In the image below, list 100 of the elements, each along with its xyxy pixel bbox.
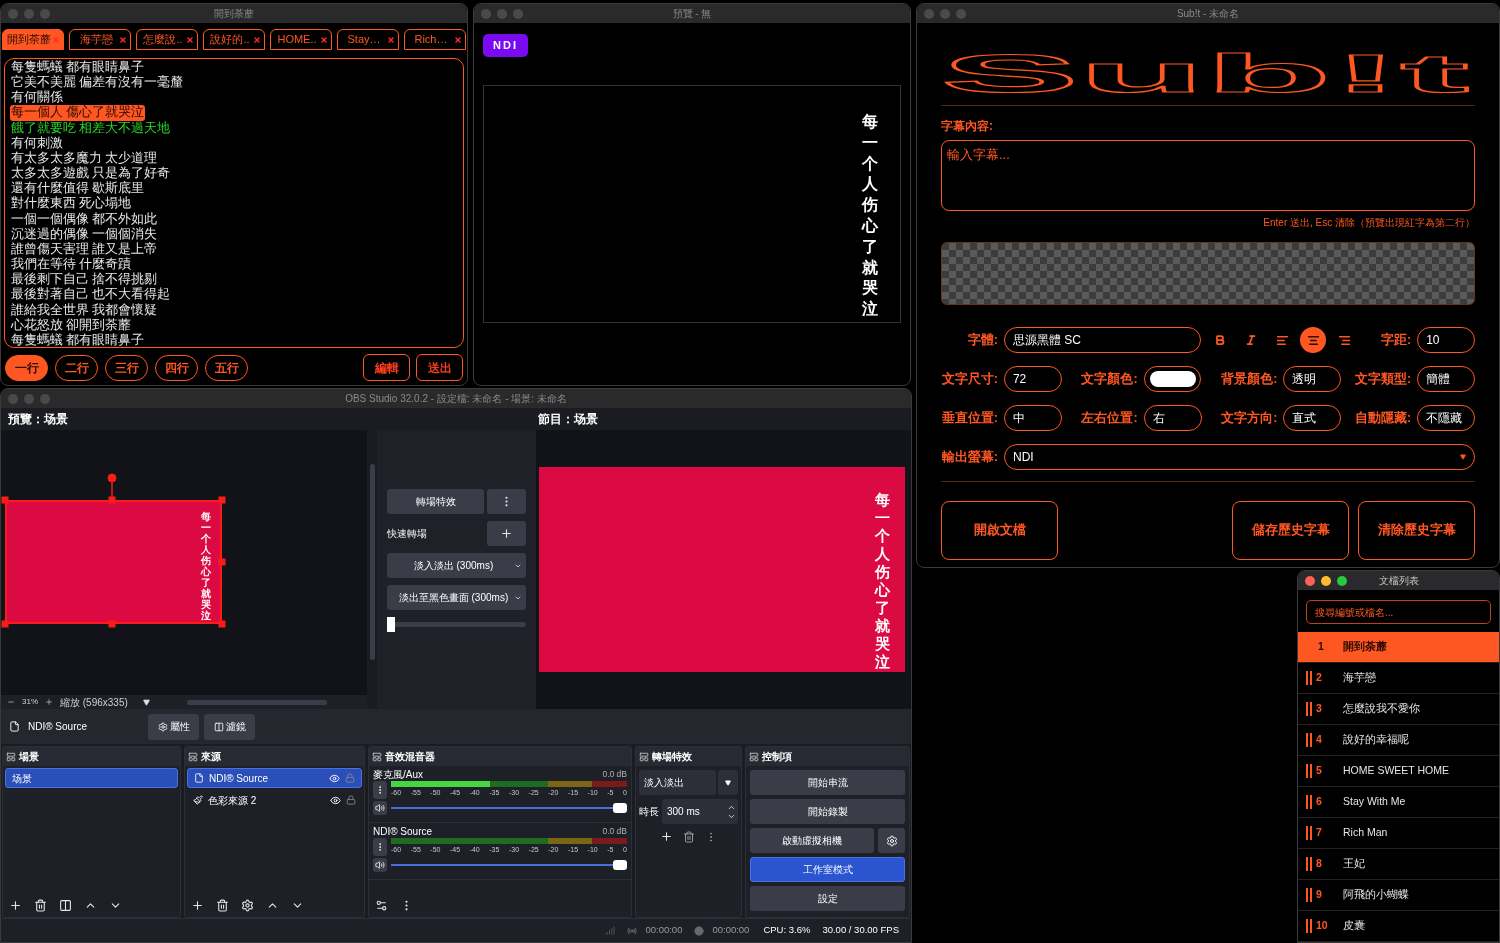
drag-handle-icon[interactable] — [1306, 826, 1312, 840]
dock-icon[interactable] — [188, 751, 198, 762]
drag-handle-icon[interactable] — [1306, 795, 1312, 809]
close-icon[interactable] — [186, 36, 194, 44]
scrollbar[interactable] — [369, 464, 375, 660]
lyric-line[interactable]: 每隻螞蟻 都有眼睛鼻子 — [11, 60, 457, 76]
control-button[interactable]: 工作室模式 — [750, 857, 905, 882]
delete-icon[interactable] — [216, 898, 229, 912]
more-button[interactable] — [373, 781, 387, 799]
fader-track[interactable] — [391, 860, 627, 870]
lyric-line[interactable]: 誰給我全世界 我都會懷疑 — [11, 302, 457, 318]
line-count-button[interactable]: 一行 — [5, 354, 48, 381]
tab[interactable]: Stay… — [337, 29, 399, 50]
file-row[interactable]: 2 海芋戀 — [1298, 663, 1499, 694]
file-row[interactable]: 6 Stay With Me — [1298, 787, 1499, 818]
dropdown-button[interactable] — [718, 770, 738, 795]
scene-item[interactable]: 场景 — [5, 768, 178, 788]
close-icon[interactable] — [119, 36, 127, 44]
lyric-line[interactable]: 有太多太多魔力 太少道理 — [11, 150, 457, 167]
lyric-line[interactable]: 沉迷過的偶像 一個個消失 — [11, 226, 457, 242]
visibility-icon[interactable] — [330, 794, 341, 806]
drag-handle-icon[interactable] — [1306, 702, 1312, 716]
dock-icon[interactable] — [372, 751, 382, 762]
more-button[interactable] — [373, 838, 387, 856]
duration-field[interactable]: 300 ms — [662, 799, 738, 824]
lock-icon[interactable] — [346, 795, 356, 805]
delete-icon[interactable] — [683, 830, 695, 843]
close-icon[interactable] — [253, 36, 261, 44]
lyric-line[interactable]: 還有什麼值得 歇斯底里 — [11, 181, 457, 197]
tab[interactable]: HOME.. — [270, 29, 332, 50]
properties-button[interactable]: 屬性 — [148, 713, 199, 740]
drag-handle-icon[interactable] — [1306, 919, 1312, 933]
settings-icon[interactable] — [241, 898, 254, 912]
tab[interactable]: 說好的.. — [203, 29, 265, 50]
control-button[interactable]: 開始串流 — [750, 770, 905, 795]
lyric-line[interactable]: 心花怒放 卻開到荼蘼 — [11, 317, 457, 333]
tab[interactable]: 怎麼說.. — [136, 29, 198, 50]
action-button[interactable]: 開啟文檔 — [941, 501, 1058, 560]
zoom-out-icon[interactable] — [7, 698, 15, 706]
action-button[interactable]: 編輯 — [363, 354, 410, 381]
visibility-icon[interactable] — [329, 772, 340, 784]
add-icon[interactable] — [9, 898, 22, 912]
file-row[interactable]: 7 Rich Man — [1298, 818, 1499, 849]
lyric-line[interactable]: 對什麼東西 死心塌地 — [11, 196, 457, 212]
dock-icon[interactable] — [639, 751, 649, 762]
drag-handle-icon[interactable] — [1306, 857, 1312, 871]
lyric-line[interactable]: 誰曾傷天害理 誰又是上帝 — [11, 241, 457, 258]
lyric-line[interactable]: 它美不美麗 偏差有沒有一毫釐 — [11, 75, 457, 91]
mute-button[interactable] — [373, 858, 387, 872]
close-icon[interactable] — [320, 36, 328, 44]
lyric-line[interactable]: 有何刺激 — [11, 135, 457, 151]
action-button[interactable]: 送出 — [416, 354, 463, 381]
close-icon[interactable] — [387, 36, 395, 44]
transition-button[interactable]: 轉場特效 — [387, 489, 484, 514]
delete-icon[interactable] — [34, 898, 47, 912]
file-row[interactable]: 5 HOME SWEET HOME — [1298, 756, 1499, 787]
filter-icon[interactable] — [59, 898, 72, 912]
control-button[interactable]: 設定 — [750, 886, 905, 911]
settings-button[interactable] — [878, 828, 905, 853]
close-icon[interactable] — [454, 36, 462, 44]
drag-handle-icon[interactable] — [1306, 733, 1312, 747]
lyric-line[interactable]: 最後剩下自己 捨不得挑剔 — [11, 272, 457, 288]
source-item[interactable]: 色彩來源 2 — [187, 790, 362, 810]
drag-handle-icon[interactable] — [1306, 764, 1312, 778]
action-button[interactable]: 清除歷史字幕 — [1358, 501, 1475, 560]
file-row[interactable]: 1 開到荼蘼 — [1298, 632, 1499, 663]
tbar-handle[interactable] — [387, 617, 395, 632]
subtitle-input[interactable]: 輸入字幕... — [941, 140, 1475, 211]
filters-button[interactable]: 濾鏡 — [204, 713, 255, 740]
lyric-line[interactable]: 一個一個偶像 都不外如此 — [11, 211, 457, 227]
lyric-line[interactable]: 最後對著自己 也不大看得起 — [11, 287, 457, 303]
action-button[interactable]: 儲存歷史字幕 — [1232, 501, 1349, 560]
file-row[interactable]: 3 怎麼說我不愛你 — [1298, 694, 1499, 725]
dock-icon[interactable] — [6, 751, 16, 762]
drag-handle-icon[interactable] — [1306, 888, 1312, 902]
file-row[interactable]: 10 皮囊 — [1298, 911, 1499, 942]
dock-icon[interactable] — [749, 751, 759, 762]
add-icon[interactable] — [191, 898, 204, 912]
tab[interactable]: Rich… — [404, 29, 466, 50]
transition-select[interactable]: 淡入淡出 (300ms) — [387, 553, 526, 578]
source-frame[interactable]: 每一个人伤心了就哭泣 — [5, 500, 222, 624]
source-item[interactable]: NDI® Source — [187, 768, 362, 788]
transition-select[interactable]: 淡出至黑色畫面 (300ms) — [387, 585, 526, 610]
fader-track[interactable] — [391, 803, 627, 813]
mute-button[interactable] — [373, 801, 387, 815]
lyric-line[interactable]: 每隻螞蟻 都有眼睛鼻子 — [11, 332, 457, 347]
control-button[interactable]: 開始錄製 — [750, 799, 905, 824]
drag-handle-icon[interactable] — [1306, 671, 1312, 685]
add-icon[interactable] — [660, 830, 673, 843]
align-button[interactable] — [1300, 327, 1327, 353]
transition-select[interactable]: 淡入淡出 — [639, 770, 716, 795]
file-row[interactable]: 9 阿飛的小蝴蝶 — [1298, 880, 1499, 911]
advanced-settings-icon[interactable] — [375, 898, 388, 912]
lyric-line[interactable]: 太多太多遊戲 只是為了好奇 — [11, 166, 457, 182]
lyric-line[interactable]: 我們在等待 什麼奇蹟 — [11, 257, 457, 273]
search-field[interactable]: 搜尋編號或檔名... — [1306, 600, 1491, 624]
zoom-in-icon[interactable] — [45, 698, 53, 706]
file-row[interactable]: 4 說好的幸福呢 — [1298, 725, 1499, 756]
dropdown-icon[interactable] — [142, 698, 150, 706]
tbar-track[interactable] — [387, 617, 526, 632]
